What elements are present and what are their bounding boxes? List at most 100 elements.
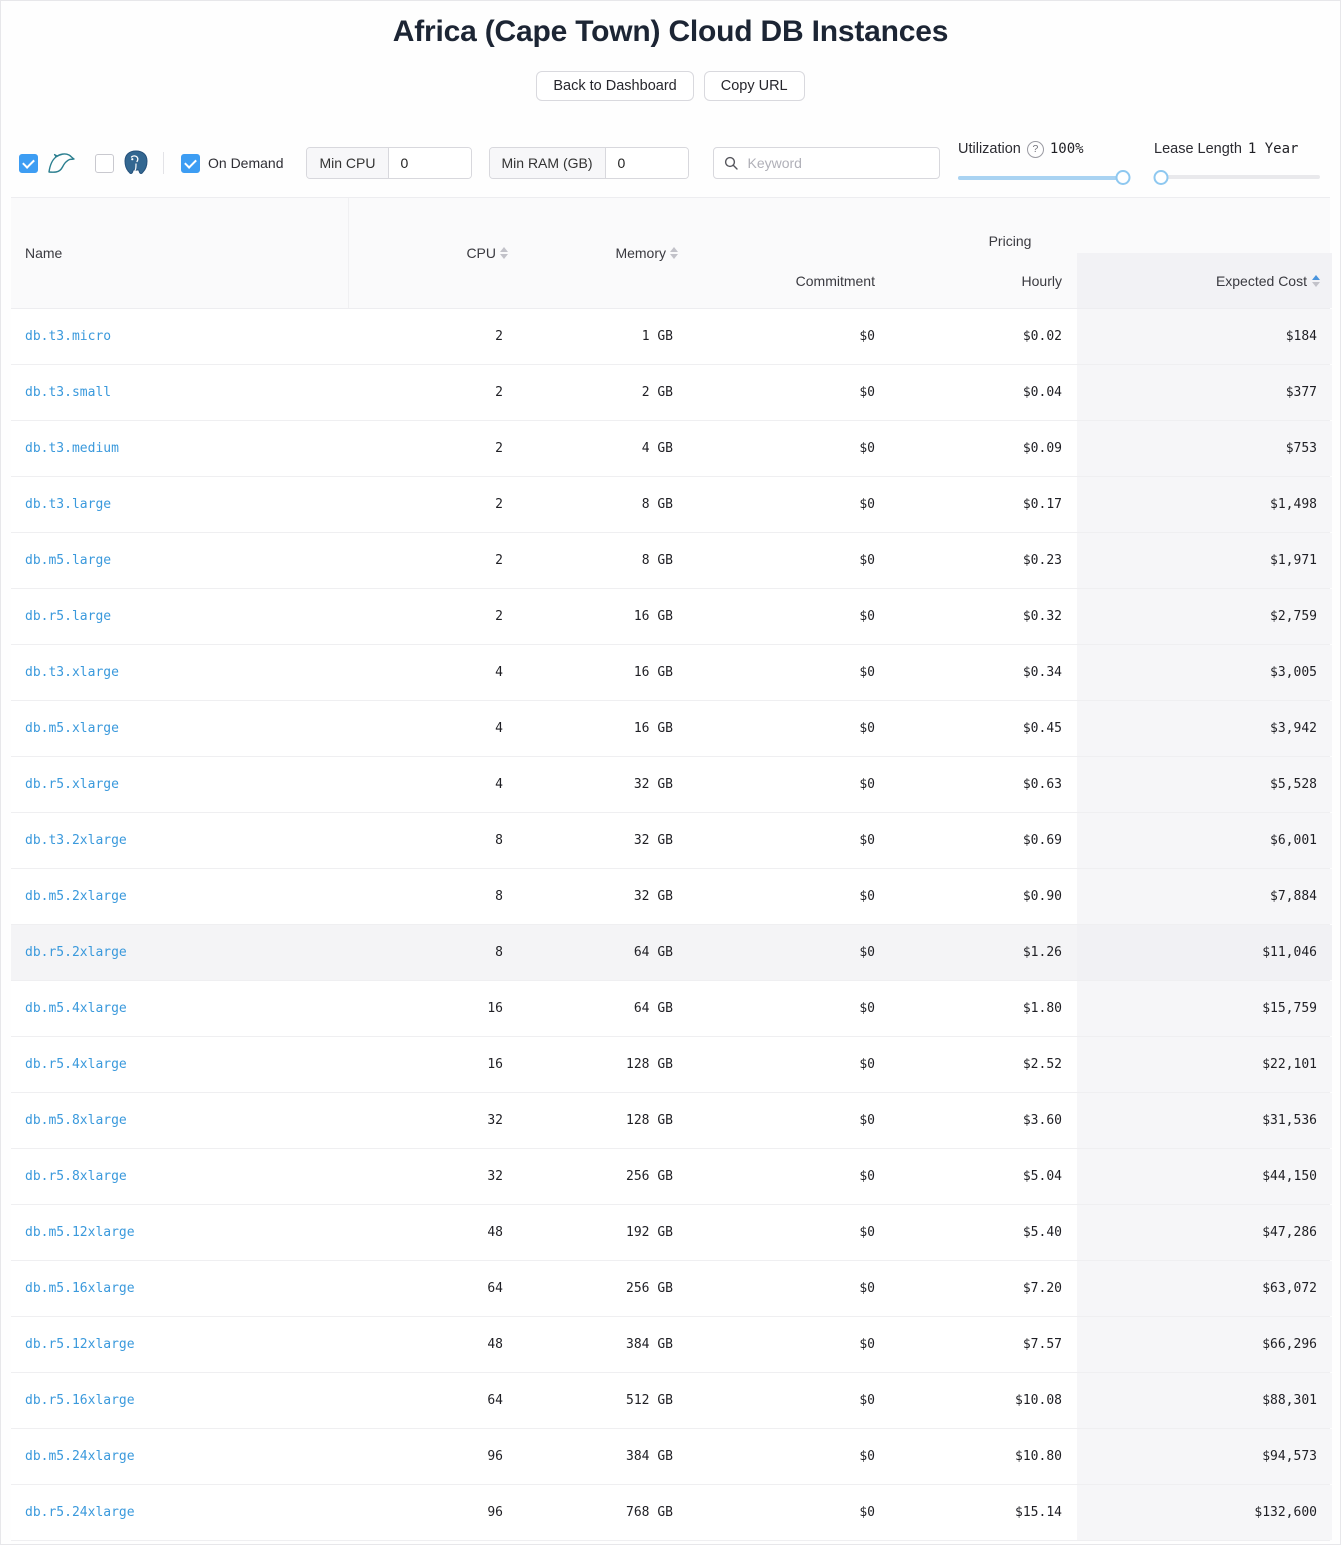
commitment-cell: $0 (688, 925, 890, 980)
hourly-cell: $0.34 (890, 645, 1077, 700)
cpu-cell: 2 (349, 421, 518, 476)
expected-cost-cell: $3,005 (1077, 645, 1332, 700)
memory-cell: 384 GB (518, 1317, 688, 1372)
instance-name-link[interactable]: db.r5.xlarge (25, 777, 119, 792)
instance-name-link[interactable]: db.t3.small (25, 385, 111, 400)
memory-cell: 384 GB (518, 1429, 688, 1484)
cpu-cell: 2 (349, 365, 518, 420)
table-row: db.m5.24xlarge 96 384 GB $0 $10.80 $94,5… (11, 1429, 1330, 1485)
instance-name-link[interactable]: db.m5.xlarge (25, 721, 119, 736)
commitment-cell: $0 (688, 1373, 890, 1428)
postgres-elephant-icon (123, 150, 149, 177)
instance-name-link[interactable]: db.m5.8xlarge (25, 1113, 127, 1128)
instance-name-link[interactable]: db.m5.24xlarge (25, 1449, 135, 1464)
hourly-cell: $0.45 (890, 701, 1077, 756)
cpu-cell: 96 (349, 1429, 518, 1484)
cpu-cell: 64 (349, 1261, 518, 1316)
min-ram-label: Min RAM (GB) (490, 148, 606, 178)
column-header-cpu[interactable]: CPU (349, 198, 518, 308)
filter-divider (163, 152, 164, 174)
expected-cost-cell: $184 (1077, 309, 1332, 364)
column-header-name[interactable]: Name (11, 198, 349, 308)
hourly-cell: $5.40 (890, 1205, 1077, 1260)
commitment-cell: $0 (688, 1149, 890, 1204)
column-header-memory[interactable]: Memory (518, 198, 688, 308)
expected-cost-cell: $5,528 (1077, 757, 1332, 812)
instance-name-cell: db.m5.2xlarge (11, 869, 349, 924)
instances-table: Name CPU Memory Pricing Commitment Hourl… (11, 197, 1330, 1541)
min-ram-input[interactable] (606, 148, 688, 178)
min-cpu-group: Min CPU (306, 147, 471, 179)
page-title: Africa (Cape Town) Cloud DB Instances (1, 15, 1340, 49)
instance-name-link[interactable]: db.m5.12xlarge (25, 1225, 135, 1240)
instance-name-link[interactable]: db.m5.16xlarge (25, 1281, 135, 1296)
column-header-hourly[interactable]: Hourly (890, 253, 1077, 308)
table-row: db.t3.2xlarge 8 32 GB $0 $0.69 $6,001 (11, 813, 1330, 869)
expected-cost-cell: $63,072 (1077, 1261, 1332, 1316)
hourly-cell: $0.09 (890, 421, 1077, 476)
expected-cost-cell: $22,101 (1077, 1037, 1332, 1092)
instance-name-link[interactable]: db.m5.large (25, 553, 111, 568)
utilization-slider[interactable] (958, 170, 1124, 186)
column-header-commitment[interactable]: Commitment (688, 253, 890, 308)
commitment-cell: $0 (688, 1317, 890, 1372)
on-demand-checkbox[interactable] (181, 154, 200, 173)
cpu-cell: 8 (349, 813, 518, 868)
instance-name-link[interactable]: db.r5.2xlarge (25, 945, 127, 960)
cpu-cell: 32 (349, 1093, 518, 1148)
instance-name-link[interactable]: db.m5.4xlarge (25, 1001, 127, 1016)
memory-cell: 512 GB (518, 1373, 688, 1428)
postgres-checkbox[interactable] (95, 154, 114, 173)
instance-name-link[interactable]: db.t3.xlarge (25, 665, 119, 680)
expected-cost-cell: $753 (1077, 421, 1332, 476)
instance-name-link[interactable]: db.t3.large (25, 497, 111, 512)
instance-name-link[interactable]: db.r5.12xlarge (25, 1337, 135, 1352)
lease-length-label: Lease Length (1154, 141, 1242, 157)
instance-name-cell: db.t3.micro (11, 309, 349, 364)
help-icon[interactable]: ? (1027, 141, 1044, 158)
hourly-cell: $1.80 (890, 981, 1077, 1036)
instance-name-link[interactable]: db.t3.micro (25, 329, 111, 344)
expected-cost-cell: $1,498 (1077, 477, 1332, 532)
memory-cell: 4 GB (518, 421, 688, 476)
cpu-cell: 4 (349, 757, 518, 812)
memory-cell: 64 GB (518, 981, 688, 1036)
memory-cell: 8 GB (518, 477, 688, 532)
instance-name-link[interactable]: db.r5.24xlarge (25, 1505, 135, 1520)
lease-length-slider[interactable] (1154, 169, 1320, 185)
instance-name-link[interactable]: db.r5.16xlarge (25, 1393, 135, 1408)
min-cpu-input[interactable] (389, 148, 471, 178)
table-row: db.r5.24xlarge 96 768 GB $0 $15.14 $132,… (11, 1485, 1330, 1541)
instance-name-link[interactable]: db.t3.2xlarge (25, 833, 127, 848)
commitment-cell: $0 (688, 533, 890, 588)
search-icon (724, 156, 738, 170)
expected-cost-cell: $94,573 (1077, 1429, 1332, 1484)
mysql-checkbox[interactable] (19, 154, 38, 173)
instance-name-link[interactable]: db.r5.large (25, 609, 111, 624)
memory-cell: 64 GB (518, 925, 688, 980)
instance-name-link[interactable]: db.t3.medium (25, 441, 119, 456)
filter-bar: On Demand Min CPU Min RAM (GB) Utilizati… (19, 141, 1322, 185)
on-demand-label: On Demand (208, 155, 283, 171)
instance-name-link[interactable]: db.m5.2xlarge (25, 889, 127, 904)
copy-url-button[interactable]: Copy URL (704, 71, 805, 101)
min-cpu-label: Min CPU (307, 148, 388, 178)
instance-name-link[interactable]: db.r5.8xlarge (25, 1169, 127, 1184)
cpu-cell: 8 (349, 869, 518, 924)
back-to-dashboard-button[interactable]: Back to Dashboard (536, 71, 693, 101)
expected-cost-cell: $44,150 (1077, 1149, 1332, 1204)
table-row: db.r5.12xlarge 48 384 GB $0 $7.57 $66,29… (11, 1317, 1330, 1373)
commitment-cell: $0 (688, 589, 890, 644)
expected-cost-cell: $11,046 (1077, 925, 1332, 980)
expected-cost-cell: $6,001 (1077, 813, 1332, 868)
memory-cell: 1 GB (518, 309, 688, 364)
table-row: db.t3.medium 2 4 GB $0 $0.09 $753 (11, 421, 1330, 477)
commitment-cell: $0 (688, 1093, 890, 1148)
cpu-cell: 2 (349, 309, 518, 364)
column-header-expected-cost[interactable]: Expected Cost (1077, 253, 1332, 308)
keyword-input[interactable] (746, 154, 931, 172)
hourly-cell: $0.04 (890, 365, 1077, 420)
instance-name-link[interactable]: db.r5.4xlarge (25, 1057, 127, 1072)
table-row: db.m5.2xlarge 8 32 GB $0 $0.90 $7,884 (11, 869, 1330, 925)
commitment-cell: $0 (688, 645, 890, 700)
